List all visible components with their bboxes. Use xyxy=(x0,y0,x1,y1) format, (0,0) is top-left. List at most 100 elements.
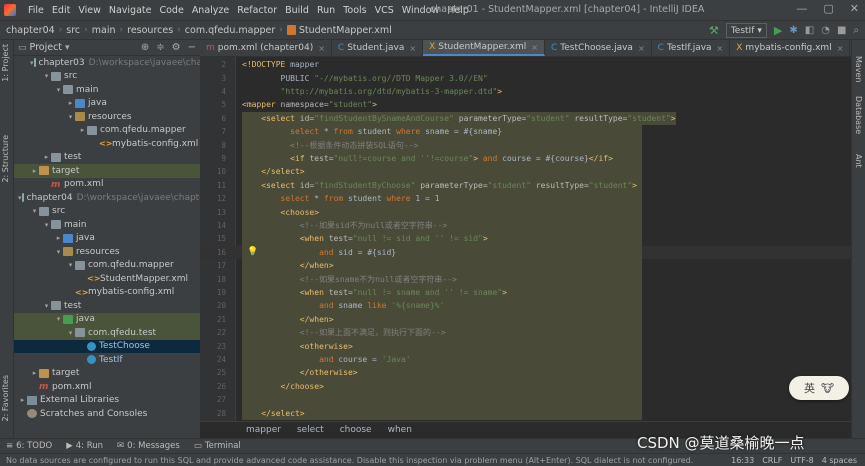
tree-item[interactable]: ▸ java xyxy=(14,232,200,246)
collapsed-arrow-icon[interactable]: ▸ xyxy=(54,234,63,242)
tool-tab-database[interactable]: Database xyxy=(854,96,863,134)
gear-icon[interactable]: ⚙ xyxy=(172,42,181,53)
tree-item[interactable]: ▸ External Libraries xyxy=(14,394,200,408)
editor-tab[interactable]: m pom.xml (chapter04) × xyxy=(200,40,332,56)
editor-tab[interactable]: C TestChoose.java × xyxy=(545,40,652,56)
code-breadcrumb-item[interactable]: mapper xyxy=(246,425,281,435)
tree-item[interactable]: ▾ java xyxy=(14,312,200,326)
tree-item[interactable]: ▸ target xyxy=(14,367,200,381)
expanded-arrow-icon[interactable]: ▾ xyxy=(42,221,51,229)
tree-item[interactable]: ▾ resources xyxy=(14,110,200,124)
locate-icon[interactable]: ⊕ xyxy=(141,42,149,53)
nav-crumb-file[interactable]: StudentMapper.xml xyxy=(299,25,392,36)
expanded-arrow-icon[interactable]: ▾ xyxy=(42,72,51,80)
tree-item[interactable]: ▸ test xyxy=(14,151,200,165)
collapsed-arrow-icon[interactable]: ▸ xyxy=(42,153,51,161)
expanded-arrow-icon[interactable]: ▾ xyxy=(66,113,75,121)
menu-run[interactable]: Run xyxy=(313,5,339,16)
code-editor[interactable]: 2 <!DOCTYPE mapper 3 PUBLIC "-//mybatis.or… xyxy=(200,57,851,421)
code-breadcrumb-item[interactable]: select xyxy=(297,425,324,435)
menu-code[interactable]: Code xyxy=(155,5,187,16)
collapsed-arrow-icon[interactable]: ▸ xyxy=(18,396,27,404)
menu-analyze[interactable]: Analyze xyxy=(188,5,233,16)
close-button[interactable]: ✕ xyxy=(850,2,859,15)
stop-icon[interactable]: ■ xyxy=(837,25,846,36)
tree-item[interactable]: <> mybatis-config.xml xyxy=(14,286,200,300)
nav-crumb-resources[interactable]: resources xyxy=(127,25,173,36)
build-hammer-icon[interactable]: ⚒ xyxy=(709,24,719,37)
collapsed-arrow-icon[interactable]: ▸ xyxy=(66,99,75,107)
tree-item[interactable]: ▾ main xyxy=(14,218,200,232)
close-tab-icon[interactable]: × xyxy=(638,44,645,53)
code-breadcrumb-item[interactable]: choose xyxy=(340,425,372,435)
menu-vcs[interactable]: VCS xyxy=(371,5,398,16)
menu-tools[interactable]: Tools xyxy=(339,5,370,16)
expanded-arrow-icon[interactable]: ▾ xyxy=(18,194,22,202)
tree-item[interactable]: ▾ com.qfedu.mapper xyxy=(14,259,200,273)
bottom-tool-button[interactable]: ≡ 6: TODO xyxy=(6,441,52,451)
intention-bulb-icon[interactable]: 💡 xyxy=(247,247,258,257)
expanded-arrow-icon[interactable]: ▾ xyxy=(54,248,63,256)
nav-crumb-package[interactable]: com.qfedu.mapper xyxy=(185,25,276,36)
ime-language-label[interactable]: 英 xyxy=(804,380,815,396)
tree-item[interactable]: ▾ main xyxy=(14,83,200,97)
editor-tab[interactable]: C TestIf.java × xyxy=(652,40,731,56)
maximize-button[interactable]: ▢ xyxy=(823,2,833,15)
tree-item[interactable]: ▾ resources xyxy=(14,245,200,259)
tree-item[interactable]: Scratches and Consoles xyxy=(14,407,200,421)
run-configuration-select[interactable]: TestIf ▾ xyxy=(725,23,767,38)
chevron-down-icon[interactable]: ▾ xyxy=(65,43,70,53)
collapsed-arrow-icon[interactable]: ▸ xyxy=(30,369,39,377)
close-tab-icon[interactable]: × xyxy=(531,43,538,52)
code-breadcrumb-item[interactable]: when xyxy=(388,425,412,435)
close-tab-icon[interactable]: × xyxy=(837,44,844,53)
expanded-arrow-icon[interactable]: ▾ xyxy=(66,261,75,269)
indent-setting[interactable]: 4 spaces xyxy=(822,456,857,465)
tree-item[interactable]: <> StudentMapper.xml xyxy=(14,272,200,286)
tree-item[interactable]: ▾ src xyxy=(14,70,200,84)
bottom-tool-button[interactable]: ▭ Terminal xyxy=(194,441,241,451)
project-panel-title[interactable]: Project xyxy=(30,42,63,53)
close-tab-icon[interactable]: × xyxy=(318,44,325,53)
debug-icon[interactable]: ✱ xyxy=(789,25,797,36)
menu-refactor[interactable]: Refactor xyxy=(233,5,281,16)
file-encoding[interactable]: UTF-8 xyxy=(790,456,813,465)
tool-tab-favorites[interactable]: 2: Favorites xyxy=(1,375,10,421)
collapsed-arrow-icon[interactable]: ▸ xyxy=(30,167,39,175)
menu-view[interactable]: View xyxy=(74,5,105,16)
nav-crumb-project[interactable]: chapter04 xyxy=(6,25,55,36)
run-icon[interactable]: ▶ xyxy=(774,24,782,37)
tree-item[interactable]: ▸ target xyxy=(14,164,200,178)
tree-item[interactable]: TestChoose xyxy=(14,339,200,353)
tool-tab-ant[interactable]: Ant xyxy=(854,154,863,168)
profile-icon[interactable]: ◔ xyxy=(821,25,830,36)
close-tab-icon[interactable]: × xyxy=(409,44,416,53)
close-tab-icon[interactable]: × xyxy=(717,44,724,53)
line-separator[interactable]: CRLF xyxy=(762,456,782,465)
tree-item[interactable]: ▸ java xyxy=(14,97,200,111)
nav-crumb-main[interactable]: main xyxy=(92,25,116,36)
minimize-button[interactable]: — xyxy=(796,2,807,15)
expanded-arrow-icon[interactable]: ▾ xyxy=(54,315,63,323)
expanded-arrow-icon[interactable]: ▾ xyxy=(30,207,39,215)
tree-item[interactable]: ▾ src xyxy=(14,205,200,219)
tree-item[interactable]: ▾ test xyxy=(14,299,200,313)
expanded-arrow-icon[interactable]: ▾ xyxy=(30,59,34,67)
bottom-tool-button[interactable]: ▶ 4: Run xyxy=(66,441,103,451)
tree-item[interactable]: ▾ chapter03D:\workspace\javaee\chapter03 xyxy=(14,56,200,70)
expanded-arrow-icon[interactable]: ▾ xyxy=(54,86,63,94)
caret-position[interactable]: 16:33 xyxy=(731,456,754,465)
tool-tab-project[interactable]: 1: Project xyxy=(1,44,10,82)
tree-item[interactable]: TestIf xyxy=(14,353,200,367)
tree-item[interactable]: m pom.xml xyxy=(14,380,200,394)
bottom-tool-button[interactable]: ✉ 0: Messages xyxy=(117,441,180,451)
collapse-all-icon[interactable]: ≑ xyxy=(156,42,164,53)
expanded-arrow-icon[interactable]: ▾ xyxy=(66,329,75,337)
editor-tab[interactable]: Xmybatis-config.xml × xyxy=(730,40,851,56)
tree-item[interactable]: ▸ com.qfedu.mapper xyxy=(14,124,200,138)
expanded-arrow-icon[interactable]: ▾ xyxy=(42,302,51,310)
coverage-icon[interactable]: ◧ xyxy=(805,25,814,36)
search-icon[interactable]: ⌕ xyxy=(853,25,859,36)
tree-item[interactable]: ▾ com.qfedu.test xyxy=(14,326,200,340)
ime-toolbar[interactable]: 英 🐮 xyxy=(789,376,849,400)
